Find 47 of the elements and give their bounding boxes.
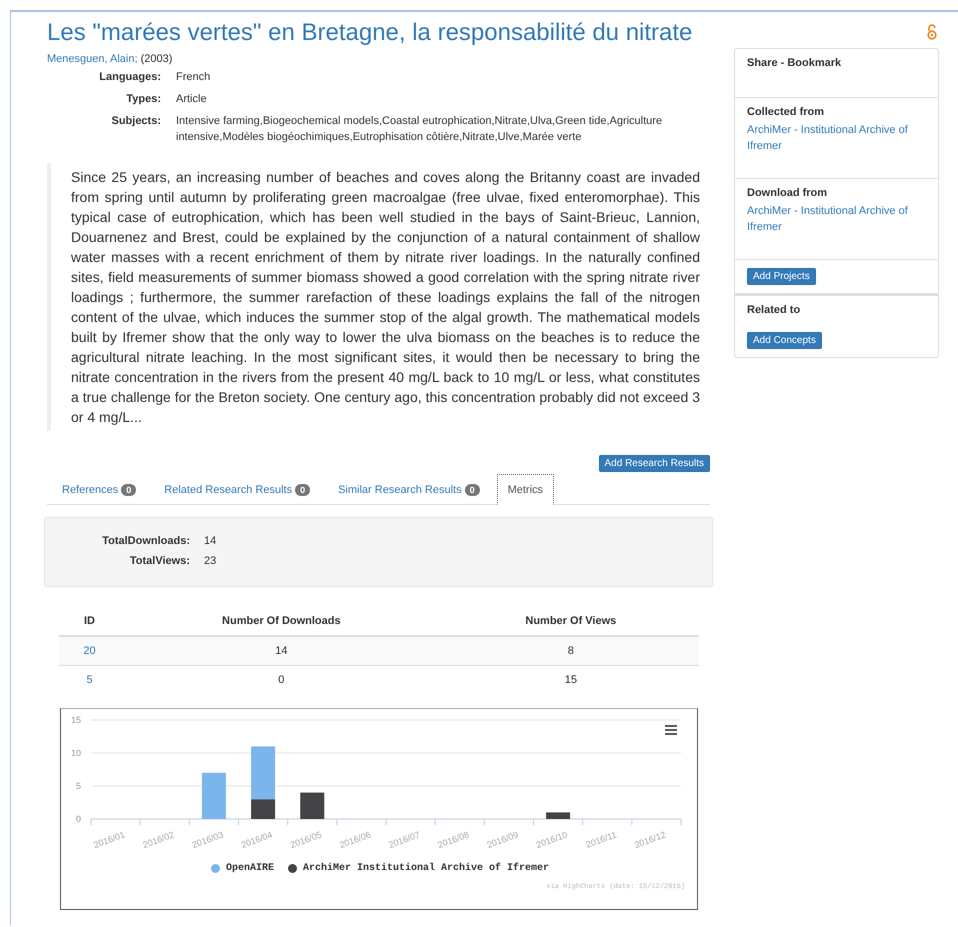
menu-icon[interactable] [665,725,677,735]
total-label: TotalDownloads: [101,534,190,548]
legend-label[interactable]: ArchiMer Institutional Archive of Ifremer [303,863,550,874]
open-lock-icon [927,24,937,40]
field-value: French [176,70,212,85]
year-text: (2003) [140,53,172,65]
table-cell: 14 [120,636,443,666]
field-value: Intensive farming,Biogeochemical models,Coastal eutrophication,Nitrate,Ulva,Green tide,Agriculture intensive,Modèles biogéochimiques,Eutrophisation côtière,Nitrate,Ulve,Marée verte [176,114,664,145]
tab[interactable]: Metrics [496,474,554,505]
add-concepts-button[interactable]: Add Concepts [747,332,822,349]
field-label: Subjects: [110,114,161,129]
tab[interactable]: Related Research Results 0 [153,474,322,504]
section-heading: Collected from [747,106,824,118]
add-projects-button[interactable]: Add Projects [747,268,816,285]
count-badge: 0 [121,484,136,496]
bar [546,812,570,819]
y-tick-label: 0 [76,814,81,824]
author-link[interactable]: Menesguen, Alain; [47,53,138,65]
legend-label[interactable]: OpenAIRE [226,863,274,874]
tab[interactable]: Similar Research Results 0 [327,474,491,504]
total-value: 14 [204,534,218,548]
tab[interactable]: References 0 [51,474,148,504]
id-link[interactable]: 5 [59,666,120,694]
section-heading: Share - Bookmark [747,57,842,69]
abstract-text: Since 25 years, an increasing number of beaches and coves along the Britanny coast are invaded from spring until autumn by proliferating green macroalgae (free ulvae, fixed enteromorphae). This typical case of eutrophication, which has been well studied in the bays of Saint-Brieuc, Lannion, Douarnenez and Brest, could be explained by the conjunction of a natural containment of shallow water masses with a recent enrichment of them by nitrate river loadings. In the naturally confined sites, field measurements of summer biomass showed a good correlation with the spring nitrate river loadings ; furthermore, the summer rarefaction of these loadings explains the fall of the nitrogen content of the ulvae, which induces the summer stop of the algal growth. The mathematical models built by Ifremer show that the only way to lower the ulva biomass on the beaches is to reduce the agricultural nitrate leaching. In the most significant sites, it would then be necessary to bring the nitrate concentration in the rivers from the present 40 mg/L back to 10 mg/L or less, what constitutes a true challenge for the Breton society. One century ago, this concentration probably did not exceed 3 or 4 mg/L... [47,163,710,431]
count-badge: 0 [464,484,480,496]
field-label: Languages: [98,70,161,85]
y-tick-label: 10 [70,748,81,758]
source-link[interactable]: ArchiMer - Institutional Archive of Ifremer [747,203,926,235]
bar [300,792,324,819]
source-link[interactable]: ArchiMer - Institutional Archive of Ifremer [747,122,926,154]
field-value: Article [176,92,208,107]
page-title: Les "marées vertes" en Bretagne, la responsabilité du nitrate [47,19,694,47]
section-heading: Download from [747,187,828,199]
total-label: TotalViews: [128,554,190,568]
table-cell: 15 [442,666,699,694]
id-link[interactable]: 20 [59,636,120,666]
total-value: 23 [204,554,218,568]
field-label: Types: [125,92,161,107]
add-research-results-button[interactable]: Add Research Results [598,455,710,472]
count-badge: 0 [295,484,310,496]
table-cell: 8 [442,636,699,666]
bar [202,772,226,819]
table-cell: 0 [120,666,443,694]
y-tick-label: 15 [70,715,81,725]
y-tick-label: 5 [76,781,81,791]
section-heading: Related to [747,304,800,316]
